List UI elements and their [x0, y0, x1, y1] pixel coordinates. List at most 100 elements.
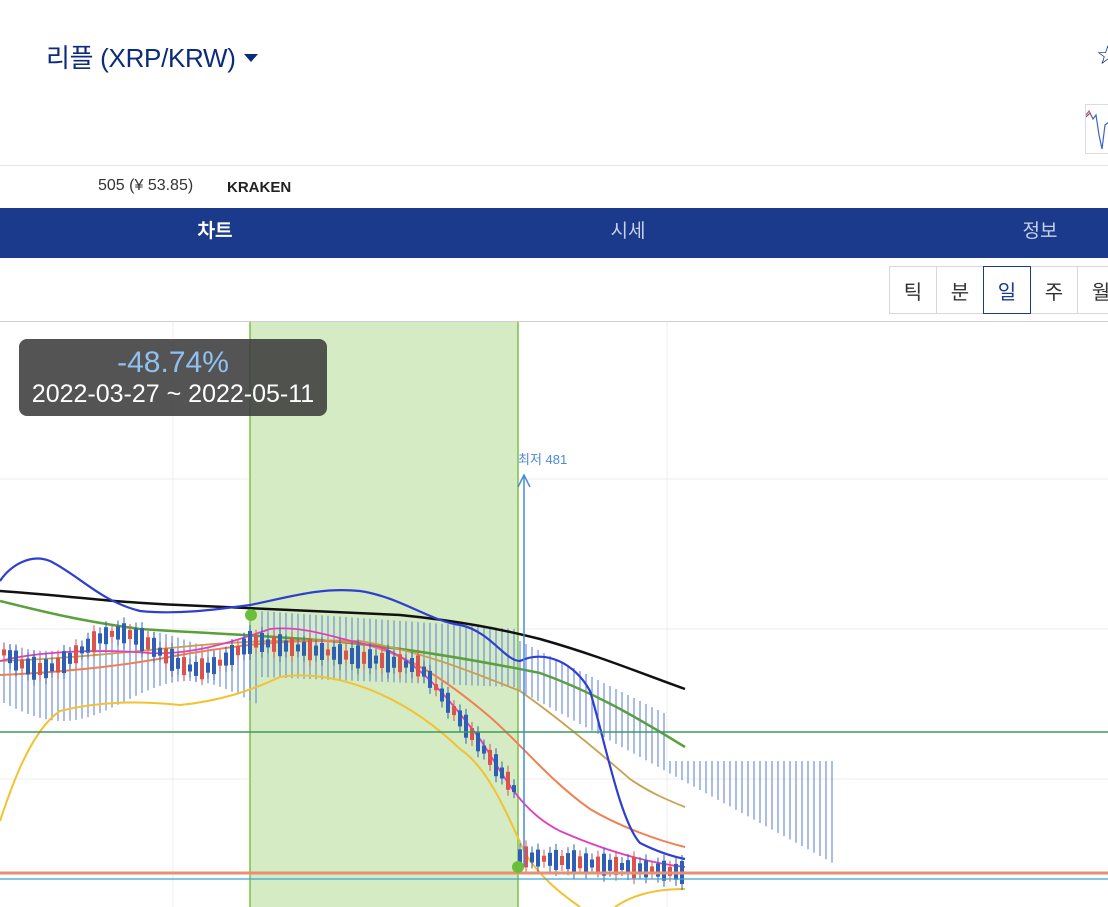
mini-chart-thumbnail[interactable]: [1085, 104, 1108, 154]
candle-body: [116, 626, 120, 640]
candle-body: [200, 658, 204, 680]
candle-body: [380, 653, 384, 668]
candle-body: [368, 649, 372, 669]
candle-body: [512, 785, 516, 793]
candle-body: [104, 627, 108, 645]
candle-body: [284, 640, 288, 652]
candle-body: [230, 645, 234, 666]
candle-body: [62, 651, 66, 674]
candle-body: [338, 644, 342, 665]
candle-body: [188, 664, 192, 672]
candle-body: [590, 859, 594, 868]
exchange-name: KRAKEN: [227, 179, 292, 196]
favorite-star-icon[interactable]: ☆: [1096, 40, 1108, 71]
candle-body: [620, 863, 624, 870]
candle-body: [572, 850, 576, 874]
period-day-button[interactable]: 일: [983, 266, 1031, 314]
candle-body: [110, 630, 114, 637]
candle-body: [26, 658, 30, 675]
candle-body: [530, 852, 534, 863]
period-tick-button[interactable]: 틱: [889, 266, 937, 314]
candle-body: [554, 849, 558, 870]
candle-body: [68, 652, 72, 664]
candle-body: [404, 660, 408, 668]
candle-body: [128, 629, 132, 639]
candle-body: [242, 638, 246, 655]
candle-body: [500, 767, 504, 779]
candle-body: [212, 657, 216, 675]
candle-body: [656, 863, 660, 877]
candle-body: [164, 648, 168, 664]
candle-body: [428, 670, 432, 688]
candle-body: [44, 659, 48, 679]
period-month-button[interactable]: 월: [1077, 266, 1108, 314]
candle-body: [272, 636, 276, 652]
tab-bar: 차트 시세 정보: [0, 208, 1108, 258]
candle-body: [122, 623, 126, 644]
candle-body: [296, 644, 300, 652]
candle-body: [548, 852, 552, 866]
market-selector[interactable]: 리플 (XRP/KRW): [46, 38, 258, 75]
period-week-button[interactable]: 주: [1030, 266, 1078, 314]
candle-body: [248, 630, 252, 654]
candle-body: [416, 655, 420, 677]
candle-body: [74, 645, 78, 664]
candle-body: [206, 662, 210, 673]
candle-body: [56, 657, 60, 673]
candle-body: [92, 631, 96, 653]
candle-body: [536, 849, 540, 867]
candle-body: [8, 650, 12, 664]
candle-body: [470, 728, 474, 740]
candle-body: [182, 657, 186, 676]
candle-body: [434, 684, 438, 691]
candle-body: [308, 639, 312, 661]
candle-body: [392, 656, 396, 668]
candle-body: [560, 856, 564, 865]
tab-quotes[interactable]: 시세: [568, 208, 688, 258]
candle-body: [374, 655, 378, 664]
candle-body: [314, 645, 318, 656]
candle-body: [542, 855, 546, 862]
candle-body: [236, 646, 240, 656]
period-selector: 틱 분 일 주 월: [889, 266, 1108, 314]
candle-body: [410, 658, 414, 672]
candle-body: [278, 634, 282, 657]
tab-info[interactable]: 정보: [980, 208, 1100, 258]
candle-body: [50, 663, 54, 672]
candle-body: [566, 853, 570, 870]
candle-body: [386, 650, 390, 673]
candle-body: [632, 857, 636, 879]
candle-body: [158, 647, 162, 656]
selection-end-point: [512, 861, 524, 873]
candle-body: [440, 688, 444, 702]
candle-body: [38, 662, 42, 675]
selection-start-point: [245, 609, 257, 621]
candle-body: [350, 648, 354, 664]
market-title: 리플 (XRP/KRW): [46, 43, 236, 73]
candle-body: [356, 645, 360, 669]
candle-body: [254, 635, 258, 648]
candle-body: [170, 648, 174, 671]
candle-body: [452, 706, 456, 716]
candle-body: [260, 633, 264, 652]
candle-body: [266, 639, 270, 648]
tab-chart[interactable]: 차트: [155, 208, 275, 258]
candle-body: [446, 692, 450, 713]
candle-body: [146, 637, 150, 650]
candle-body: [140, 628, 144, 652]
candle-body: [224, 652, 228, 666]
candle-body: [32, 656, 36, 680]
candle-body: [476, 732, 480, 752]
candle-body: [302, 641, 306, 656]
bollinger-lower-tail: [614, 888, 686, 907]
candle-body: [176, 657, 180, 669]
candle-body: [134, 628, 138, 645]
lowest-price-label: 최저 481: [518, 452, 568, 467]
candle-body: [2, 649, 6, 656]
candle-body: [608, 859, 612, 871]
page-header: 리플 (XRP/KRW) ☆: [0, 0, 1108, 166]
candle-body: [14, 650, 18, 671]
candle-body: [578, 856, 582, 869]
period-minute-button[interactable]: 분: [936, 266, 984, 314]
candle-body: [344, 650, 348, 660]
